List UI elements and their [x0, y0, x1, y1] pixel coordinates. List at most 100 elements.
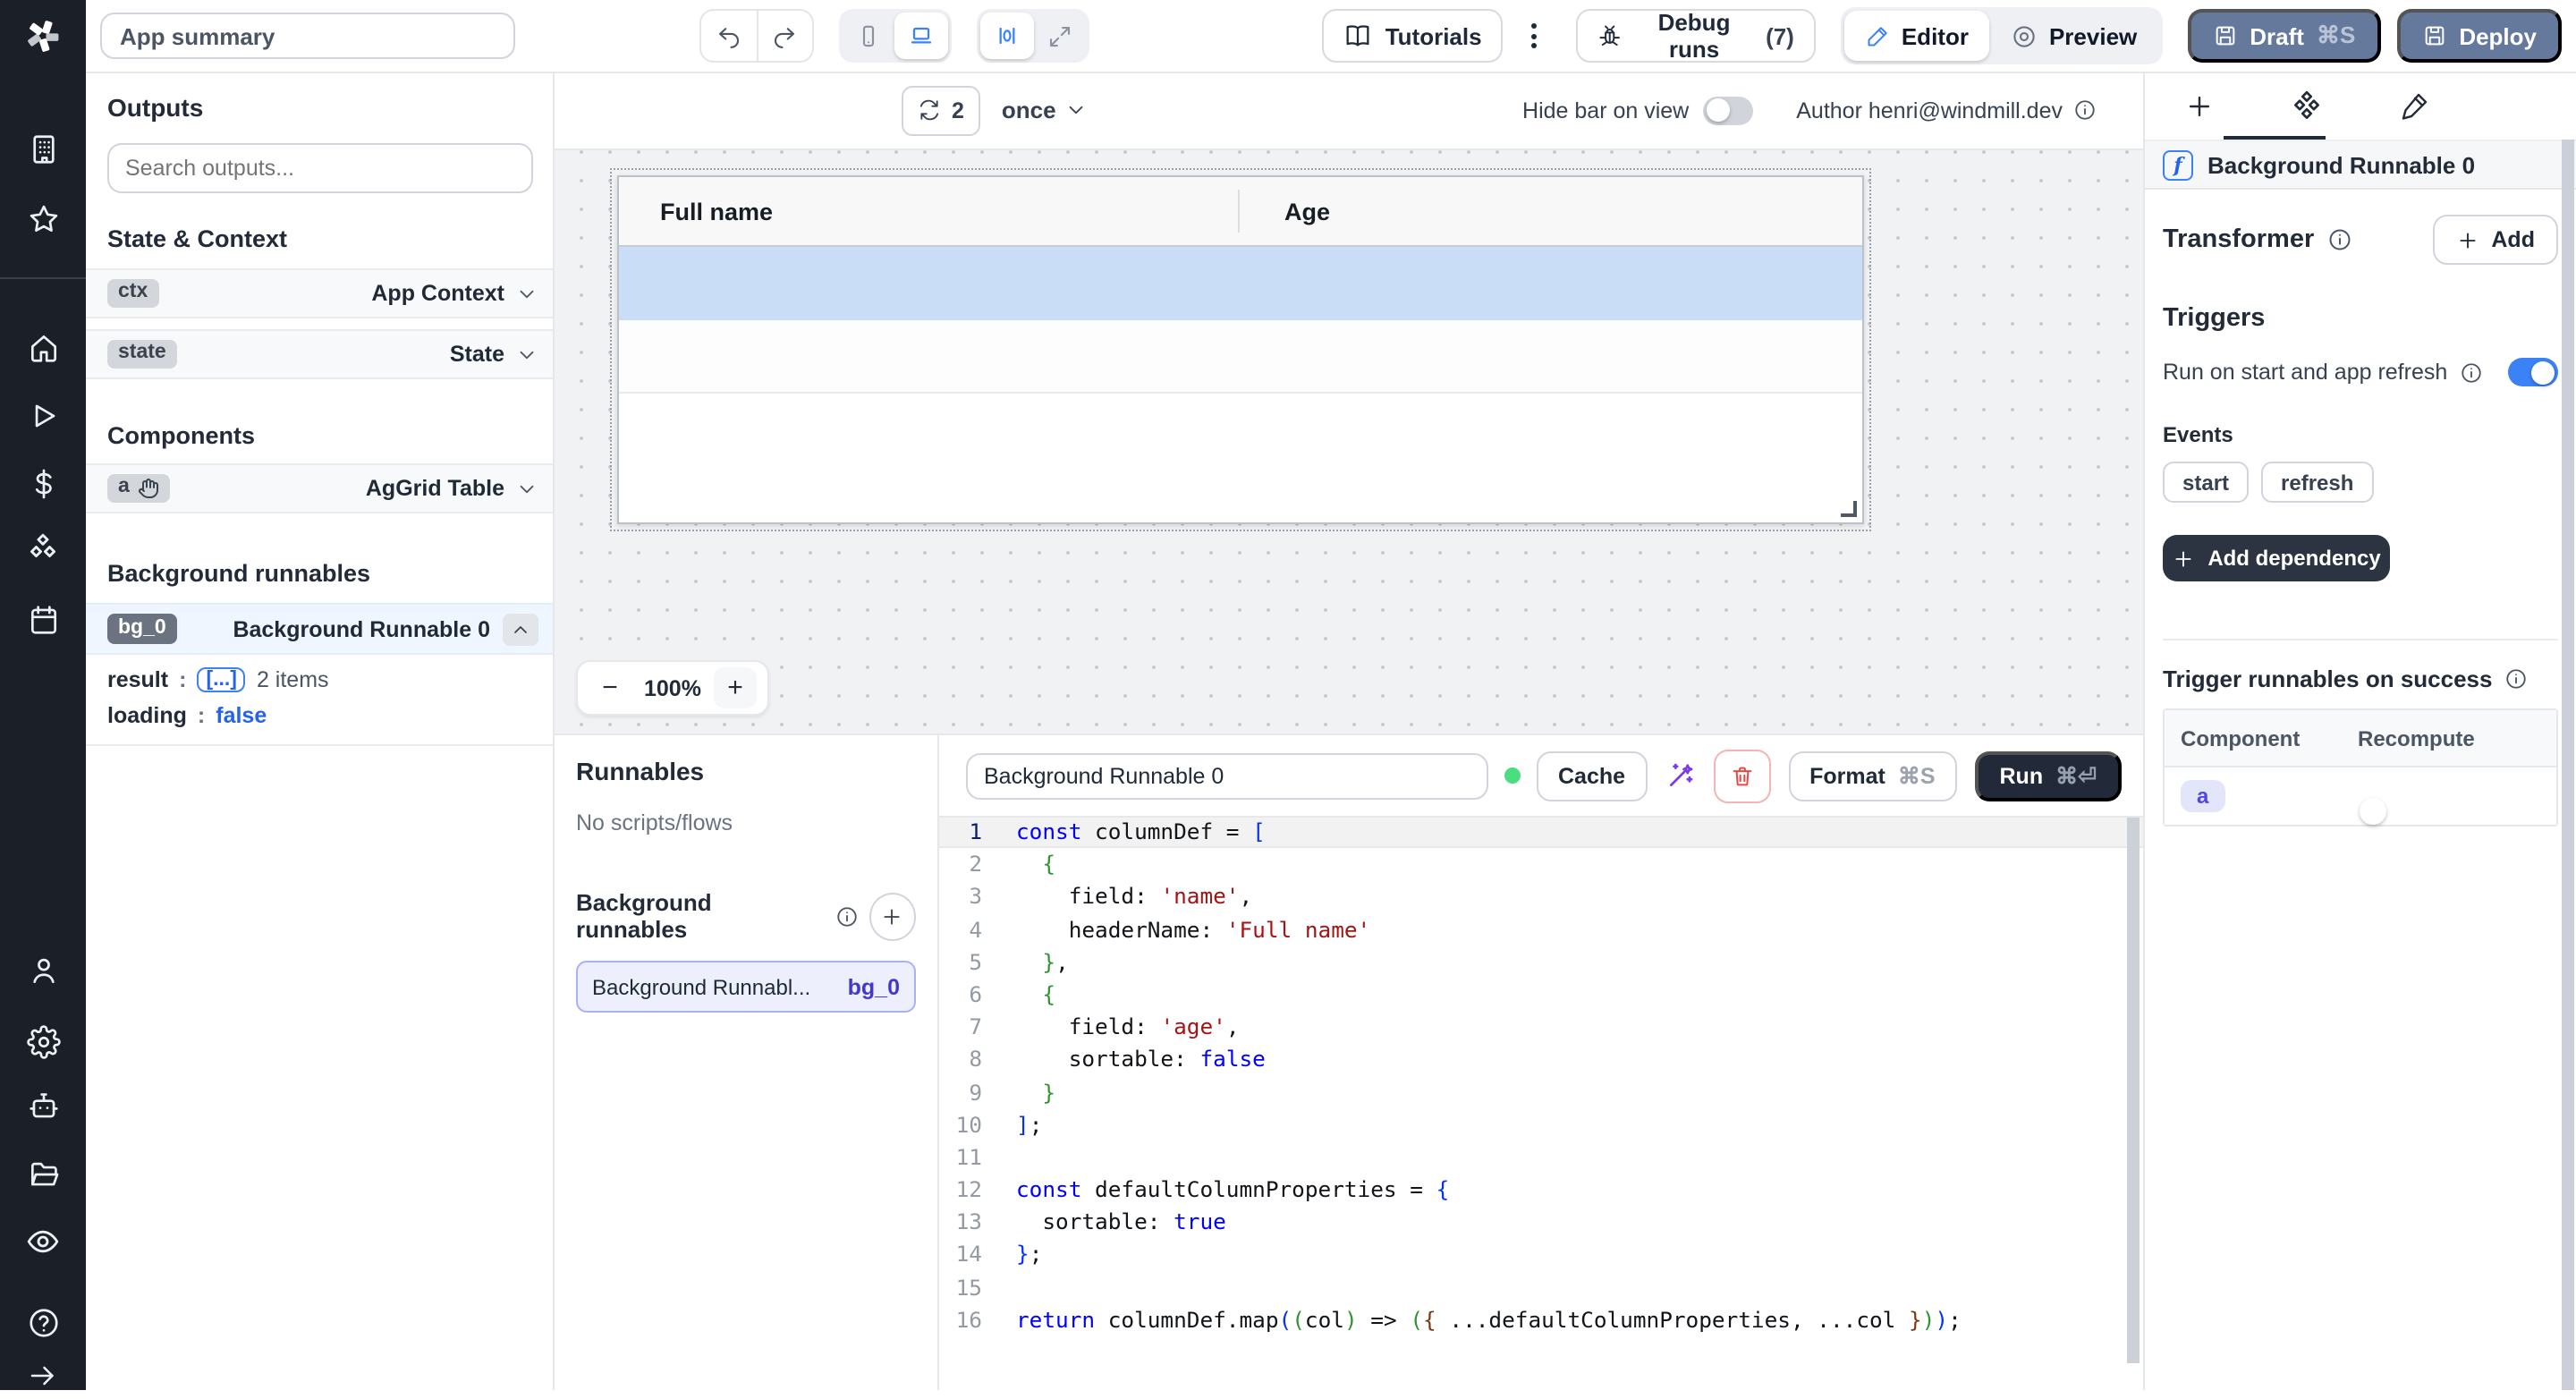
runnable-name-input[interactable]: [966, 752, 1488, 799]
zoom-level: 100%: [644, 675, 701, 700]
code-line-10[interactable]: 10];: [939, 1108, 2143, 1140]
right-panel-tabs: [2145, 72, 2576, 140]
delete-runnable-button[interactable]: [1713, 749, 1770, 802]
redo-button[interactable]: [756, 11, 813, 61]
aggrid-col-fullname[interactable]: Full name: [619, 198, 1277, 225]
chevron-down-icon[interactable]: [515, 343, 538, 366]
hide-bar-toggle[interactable]: [1703, 96, 1753, 124]
code-line-15[interactable]: 15: [939, 1271, 2143, 1303]
background-runnable-item[interactable]: Background Runnabl... bg_0: [576, 961, 916, 1013]
settings-icon[interactable]: [0, 1018, 86, 1064]
code-scrollbar[interactable]: [2127, 818, 2140, 1363]
mobile-view-button[interactable]: [843, 13, 895, 59]
app-summary-input[interactable]: [100, 13, 514, 59]
aggrid-table-component[interactable]: Full name Age: [617, 175, 1864, 524]
right-panel-scrollbar[interactable]: [2561, 140, 2574, 1390]
refresh-count-button[interactable]: 2: [902, 85, 980, 135]
styling-tab[interactable]: [2360, 90, 2467, 121]
editor-tab[interactable]: Editor: [1844, 11, 1990, 61]
draft-button[interactable]: Draft ⌘S: [2187, 9, 2380, 63]
run-on-start-toggle[interactable]: [2508, 358, 2558, 386]
info-icon[interactable]: [835, 904, 858, 928]
user-icon[interactable]: [0, 946, 86, 993]
active-tab-underline: [2224, 135, 2326, 140]
code-line-9[interactable]: 9 }: [939, 1076, 2143, 1108]
zoom-in-button[interactable]: +: [714, 667, 757, 708]
expand-sidebar-icon[interactable]: [0, 1352, 86, 1399]
code-line-5[interactable]: 5 },: [939, 946, 2143, 979]
audit-logs-icon[interactable]: [0, 1218, 86, 1265]
ctx-row[interactable]: ctx App Context: [86, 268, 553, 318]
code-line-3[interactable]: 3 field: 'name',: [939, 881, 2143, 913]
add-dependency-button[interactable]: Add dependency: [2163, 535, 2390, 581]
bg0-output-row[interactable]: bg_0 Background Runnable 0: [86, 603, 553, 655]
cache-button[interactable]: Cache: [1537, 750, 1647, 801]
format-button[interactable]: Format ⌘S: [1788, 750, 1956, 801]
component-diamonds-icon: [2289, 89, 2323, 123]
settings-tab-active[interactable]: [2252, 89, 2360, 123]
chevron-down-icon[interactable]: [515, 282, 538, 305]
folders-icon[interactable]: [0, 1150, 86, 1197]
editor-tab-label: Editor: [1902, 22, 1969, 49]
run-button[interactable]: Run ⌘⏎: [1975, 750, 2123, 801]
add-transformer-button[interactable]: Add: [2432, 215, 2558, 265]
info-icon[interactable]: [2326, 227, 2351, 252]
code-line-1[interactable]: 1const columnDef = [: [939, 816, 2143, 848]
state-row[interactable]: state State: [86, 329, 553, 379]
aggrid-row[interactable]: [619, 320, 1862, 394]
undo-button[interactable]: [700, 11, 756, 61]
run-mode-select[interactable]: once: [1002, 97, 1089, 123]
workspace-icon[interactable]: [0, 125, 86, 172]
code-line-4[interactable]: 4 headerName: 'Full name': [939, 913, 2143, 945]
full-width-button[interactable]: [1035, 13, 1087, 59]
background-runnables-label: Background runnables: [576, 889, 824, 943]
code-line-14[interactable]: 14};: [939, 1239, 2143, 1271]
info-icon[interactable]: [2460, 360, 2483, 384]
hide-bar-label: Hide bar on view: [1522, 98, 1689, 123]
center-layout-button[interactable]: [981, 13, 1035, 59]
chevron-up-icon[interactable]: [503, 613, 538, 645]
app-canvas[interactable]: Full name Age − 100% +: [555, 150, 2143, 733]
component-a-row[interactable]: a AgGrid Table: [86, 463, 553, 513]
component-a-chip[interactable]: a: [2181, 780, 2224, 812]
add-background-runnable-button[interactable]: [869, 892, 916, 940]
tutorials-button[interactable]: Tutorials: [1323, 9, 1504, 63]
code-line-11[interactable]: 11: [939, 1141, 2143, 1174]
ai-wand-icon[interactable]: [1665, 760, 1695, 791]
workers-icon[interactable]: [0, 1082, 86, 1129]
ctx-label: App Context: [371, 281, 504, 306]
info-icon[interactable]: [2504, 667, 2528, 691]
deploy-button[interactable]: Deploy: [2396, 9, 2562, 63]
code-line-13[interactable]: 13 sortable: true: [939, 1207, 2143, 1239]
code-line-2[interactable]: 2 {: [939, 848, 2143, 880]
function-icon: f: [2163, 149, 2193, 180]
result-expand-chip[interactable]: [...]: [197, 667, 246, 692]
info-icon[interactable]: [2073, 98, 2097, 122]
resources-icon[interactable]: [0, 526, 86, 572]
code-editor[interactable]: 1const columnDef = [2 {3 field: 'name',4…: [939, 816, 2143, 1336]
runs-icon[interactable]: [0, 392, 86, 438]
aggrid-selected-row[interactable]: [619, 247, 1862, 320]
code-line-16[interactable]: 16return columnDef.map((col) => ({ ...de…: [939, 1304, 2143, 1336]
home-icon[interactable]: [0, 324, 86, 370]
favorites-icon[interactable]: [0, 195, 86, 242]
schedules-icon[interactable]: [0, 596, 86, 642]
more-menu-button[interactable]: [1521, 13, 1548, 59]
desktop-view-button[interactable]: [895, 13, 949, 59]
code-line-12[interactable]: 12const defaultColumnProperties = {: [939, 1174, 2143, 1206]
code-line-8[interactable]: 8 sortable: false: [939, 1044, 2143, 1076]
variables-icon[interactable]: [0, 460, 86, 506]
code-line-7[interactable]: 7 field: 'age',: [939, 1011, 2143, 1043]
preview-tab[interactable]: Preview: [1990, 11, 2158, 61]
help-icon[interactable]: [0, 1299, 86, 1345]
aggrid-col-age[interactable]: Age: [1277, 198, 1330, 225]
windmill-logo[interactable]: [0, 0, 86, 72]
resize-handle[interactable]: [1841, 501, 1857, 517]
zoom-out-button[interactable]: −: [589, 667, 631, 708]
debug-runs-button[interactable]: Debug runs (7): [1577, 9, 1816, 63]
search-outputs-input[interactable]: [107, 143, 533, 193]
events-title: Events: [2163, 422, 2558, 447]
code-line-6[interactable]: 6 {: [939, 979, 2143, 1011]
chevron-down-icon[interactable]: [515, 477, 538, 500]
insert-tab[interactable]: [2145, 90, 2252, 121]
